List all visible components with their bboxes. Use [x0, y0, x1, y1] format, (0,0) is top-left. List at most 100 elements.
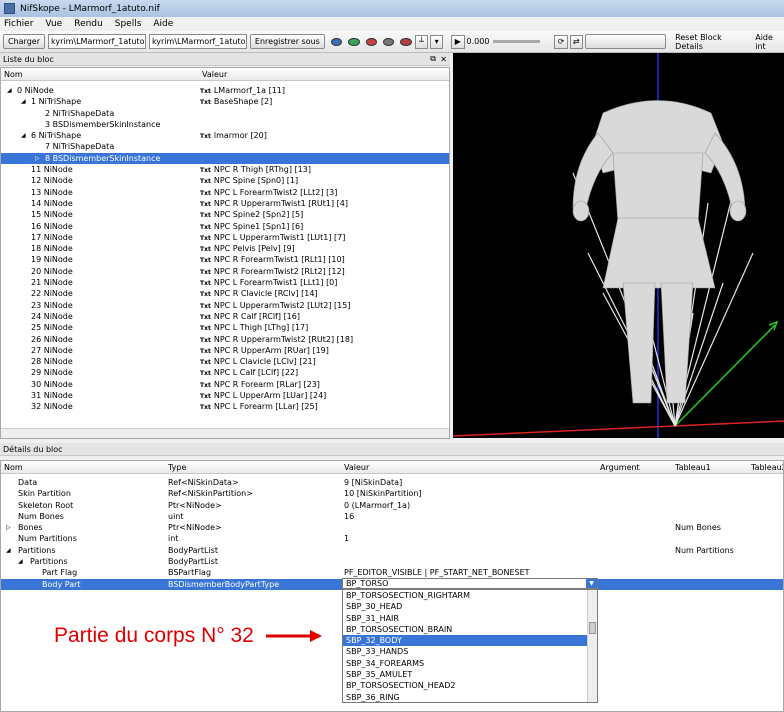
tree-row[interactable]: 15 NiNode Txt NPC Spine2 [Spn2] [5]	[1, 209, 449, 220]
tree-row[interactable]: 29 NiNode Txt NPC L Calf [LClf] [22]	[1, 367, 449, 378]
loop-icon[interactable]: ⟳	[554, 34, 568, 49]
load-path-field[interactable]: kyrim\LMarmorf_1atuto.nif	[48, 34, 146, 49]
detail-row[interactable]: Num Bones uint 16	[1, 511, 783, 522]
expand-arrow-icon[interactable]: ◢	[6, 545, 11, 556]
tree-row[interactable]: 3 BSDismemberSkinInstance	[1, 119, 449, 130]
detail-name: Partitions	[30, 557, 68, 567]
menu-vue[interactable]: Vue	[45, 19, 62, 29]
dropdown-option[interactable]: SBP_33_HANDS	[343, 646, 597, 657]
view-eye-gray-icon[interactable]	[382, 37, 395, 46]
dropdown-option[interactable]: SBP_34_FOREARMS	[343, 658, 597, 669]
detail-row[interactable]: Skeleton Root Ptr<NiNode> 0 (LMarmorf_1a)	[1, 500, 783, 511]
tree-row-value-cell: Txt NPC L Clavicle [LClv] [21]	[200, 356, 316, 368]
col-tableau2[interactable]: Tableau2	[751, 463, 783, 472]
block-list-hscrollbar[interactable]	[1, 428, 449, 438]
col-tableau1[interactable]: Tableau1	[675, 463, 711, 472]
detail-row[interactable]: Num Partitions int 1	[1, 533, 783, 544]
body-part-dropdown-list[interactable]: BP_TORSOSECTION_RIGHTARM SBP_30_HEAD SBP_3…	[342, 589, 598, 703]
detail-row[interactable]: ◢ Partitions BodyPartList Num Partitions	[1, 545, 783, 556]
expand-arrow-icon[interactable]: ◢	[21, 96, 26, 107]
save-path-field[interactable]: kyrim\LMarmorf_1atuto.nif	[148, 34, 247, 49]
expand-arrow-icon[interactable]: ▷	[6, 522, 11, 533]
reset-block-details-button[interactable]: Reset Block Details	[675, 33, 747, 51]
tree-row[interactable]: 12 NiNode Txt NPC Spine [Spn0] [1]	[1, 175, 449, 186]
menu-fichier[interactable]: Fichier	[4, 19, 33, 29]
close-icon[interactable]: ✕	[440, 55, 447, 64]
view-eye-flag-icon[interactable]	[400, 37, 412, 46]
help-button[interactable]: Aide int	[755, 33, 784, 51]
col-argument[interactable]: Argument	[600, 463, 640, 472]
col-name[interactable]: Nom	[4, 70, 23, 79]
tree-row[interactable]: 16 NiNode Txt NPC Spine1 [Spn1] [6]	[1, 221, 449, 232]
animation-select[interactable]	[584, 34, 667, 49]
dropdown-option[interactable]: SBP_32_BODY	[343, 635, 597, 647]
tree-row[interactable]: 18 NiNode Txt NPC Pelvis [Pelv] [9]	[1, 243, 449, 254]
detail-row[interactable]: Data Ref<NiSkinData> 9 [NiSkinData]	[1, 477, 783, 488]
tree-row[interactable]: 23 NiNode Txt NPC L UpperarmTwist2 [LUt2] …	[1, 300, 449, 311]
col-value[interactable]: Valeur	[202, 70, 227, 79]
switch-icon[interactable]: ⇄	[569, 34, 583, 49]
body-part-combobox[interactable]: BP_TORSO ▼	[342, 578, 598, 589]
menu-bar: Fichier Vue Rendu Spells Aide	[0, 17, 784, 31]
tree-row[interactable]: 2 NiTriShapeData	[1, 108, 449, 119]
dropdown-option[interactable]: BP_TORSOSECTION_RIGHTARM	[343, 590, 597, 601]
tree-row[interactable]: 17 NiNode Txt NPC L UpperarmTwist1 [LUt1] …	[1, 232, 449, 243]
scrollbar-thumb[interactable]	[589, 622, 596, 634]
time-slider[interactable]	[493, 40, 541, 43]
tree-row[interactable]: 32 NiNode Txt NPC L Forearm [LLar] [25]	[1, 401, 449, 412]
tree-row[interactable]: 31 NiNode Txt NPC L UpperArm [LUar] [24]	[1, 390, 449, 401]
load-button[interactable]: Charger	[3, 34, 45, 49]
tree-row[interactable]: 11 NiNode Txt NPC R Thigh [RThg] [13]	[1, 164, 449, 175]
dropdown-option[interactable]: BP_TORSOSECTION_BRAIN	[343, 624, 597, 635]
detail-row[interactable]: ◢ Partitions BodyPartList	[1, 556, 783, 567]
tree-row[interactable]: 13 NiNode Txt NPC L ForearmTwist2 [LLt2] […	[1, 187, 449, 198]
tree-row[interactable]: 21 NiNode Txt NPC L ForearmTwist1 [LLt1] […	[1, 277, 449, 288]
chevron-down-icon[interactable]: ▼	[586, 579, 597, 588]
tree-row[interactable]: 27 NiNode Txt NPC R UpperArm [RUar] [19]	[1, 345, 449, 356]
dropdown-scrollbar[interactable]	[587, 590, 597, 702]
view-eye-green-icon[interactable]	[348, 37, 360, 46]
render-viewport[interactable]	[453, 53, 784, 438]
menu-spells[interactable]: Spells	[115, 19, 142, 29]
view-dropdown-icon[interactable]: ▾	[429, 34, 444, 49]
tree-row[interactable]: 24 NiNode Txt NPC R Calf [RClf] [16]	[1, 311, 449, 322]
tree-row[interactable]: 19 NiNode Txt NPC R ForearmTwist1 [RLt1] […	[1, 254, 449, 265]
float-icon[interactable]: ⧉	[430, 54, 436, 64]
menu-aide[interactable]: Aide	[153, 19, 173, 29]
tree-row[interactable]: ▷ 8 BSDismemberSkinInstance	[1, 152, 449, 165]
expand-arrow-icon[interactable]: ◢	[7, 85, 12, 96]
dropdown-option[interactable]: SBP_35_AMULET	[343, 669, 597, 680]
tree-row[interactable]: 30 NiNode Txt NPC R Forearm [RLar] [23]	[1, 379, 449, 390]
dropdown-option[interactable]: BP_TORSOSECTION_HEAD2	[343, 680, 597, 691]
col-valeur[interactable]: Valeur	[344, 463, 369, 472]
tree-row-value: LMarmorf_1a [11]	[213, 86, 286, 95]
detail-row[interactable]: Part Flag BSPartFlag PF_EDITOR_VISIBLE | P…	[1, 567, 783, 578]
axes-icon[interactable]: ┴	[414, 34, 428, 49]
tree-row[interactable]: 26 NiNode Txt NPC R UpperarmTwist2 [RUt2] …	[1, 334, 449, 345]
expand-arrow-icon[interactable]: ◢	[21, 130, 26, 141]
dropdown-option[interactable]: SBP_36_RING	[343, 692, 597, 702]
tree-row[interactable]: 25 NiNode Txt NPC L Thigh [LThg] [17]	[1, 322, 449, 333]
save-as-button[interactable]: Enregistrer sous	[249, 34, 325, 49]
detail-row[interactable]: Skin Partition Ref<NiSkinPartition> 10 [Ni…	[1, 488, 783, 499]
tree-row[interactable]: 28 NiNode Txt NPC L Clavicle [LClv] [21]	[1, 356, 449, 367]
play-icon[interactable]: ▶	[451, 34, 465, 49]
col-nom[interactable]: Nom	[4, 463, 23, 472]
detail-row[interactable]: ▷ Bones Ptr<NiNode> Num Bones	[1, 522, 783, 533]
expand-arrow-icon[interactable]: ▷	[35, 153, 40, 164]
menu-rendu[interactable]: Rendu	[74, 19, 103, 29]
view-eye-icon[interactable]	[330, 37, 343, 46]
tree-row[interactable]: 20 NiNode Txt NPC R ForearmTwist2 [RLt2] […	[1, 266, 449, 277]
dropdown-option[interactable]: SBP_30_HEAD	[343, 601, 597, 612]
tree-row[interactable]: 14 NiNode Txt NPC R UpperarmTwist1 [RUt1] …	[1, 198, 449, 209]
col-type[interactable]: Type	[168, 463, 186, 472]
view-eye-red-icon[interactable]	[365, 37, 377, 46]
tree-row[interactable]: ◢ 1 NiTriShape Txt BaseShape [2]	[1, 96, 449, 107]
block-list-tree[interactable]: Nom Valeur ◢ 0 NiNode Txt LMarmorf_1a [11] ◢…	[0, 67, 450, 439]
tree-row[interactable]: ◢ 6 NiTriShape Txt lmarmor [20]	[1, 130, 449, 141]
dropdown-option[interactable]: SBP_31_HAIR	[343, 613, 597, 624]
tree-row[interactable]: 22 NiNode Txt NPC R Clavicle [RClv] [14]	[1, 288, 449, 299]
tree-row[interactable]: ◢ 0 NiNode Txt LMarmorf_1a [11]	[1, 85, 449, 96]
tree-row[interactable]: 7 NiTriShapeData	[1, 141, 449, 152]
expand-arrow-icon[interactable]: ◢	[18, 556, 23, 567]
